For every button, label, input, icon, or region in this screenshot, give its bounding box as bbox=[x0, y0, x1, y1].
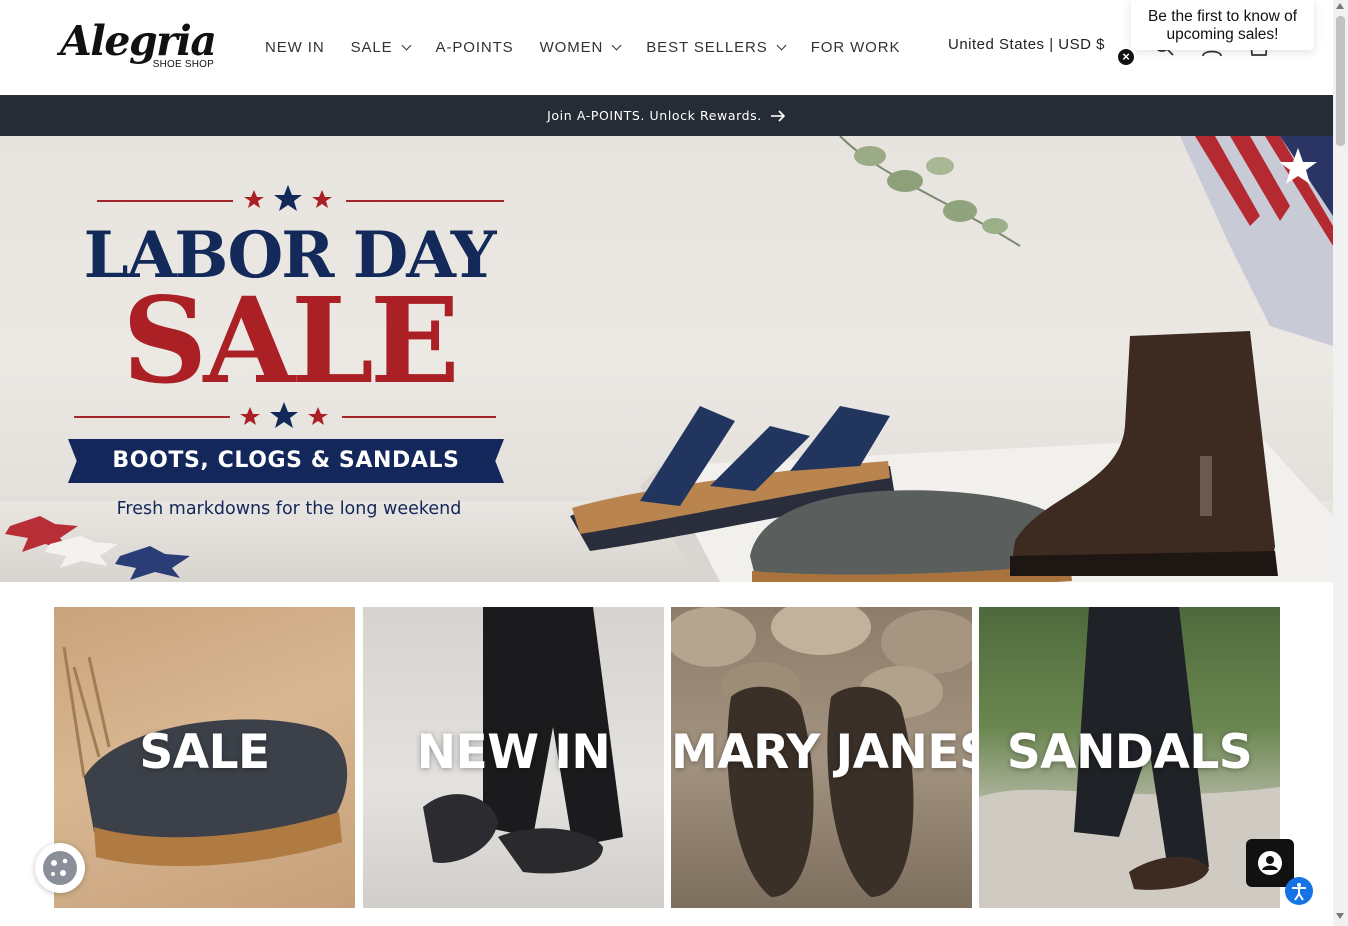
flag-decoration bbox=[1180, 136, 1333, 346]
scrollbar-thumb[interactable] bbox=[1336, 16, 1345, 146]
boot-image bbox=[1010, 331, 1278, 576]
category-label: SALE bbox=[139, 725, 270, 780]
close-icon[interactable]: × bbox=[1116, 47, 1136, 67]
hero-divider bbox=[346, 200, 504, 202]
eucalyptus-decoration bbox=[839, 136, 1021, 247]
nav-item-a-points[interactable]: A-POINTS bbox=[423, 36, 527, 58]
nav-item-new-in[interactable]: NEW IN bbox=[252, 36, 338, 58]
brand-logo[interactable]: Alegria SHOE SHOP bbox=[60, 17, 217, 70]
main-nav: NEW IN SALE A-POINTS WOMEN BEST SELLERS … bbox=[252, 36, 913, 58]
category-tile-sale[interactable]: SALE bbox=[54, 607, 355, 908]
category-grid: SALE NEW IN MARY JANES SANDALS bbox=[54, 607, 1280, 908]
hero-text-block: LABOR DAY SALE BOOTS, CLOGS & SANDALS Fr… bbox=[40, 136, 540, 582]
cookie-icon[interactable] bbox=[35, 843, 85, 893]
accessibility-icon[interactable] bbox=[1285, 877, 1313, 905]
sales-signup-popup[interactable]: Be the first to know of upcoming sales! bbox=[1131, 0, 1314, 50]
nav-item-sale[interactable]: SALE bbox=[338, 36, 423, 58]
nav-item-best-sellers[interactable]: BEST SELLERS bbox=[633, 36, 797, 58]
popup-message: Be the first to know of upcoming sales! bbox=[1147, 8, 1298, 43]
category-label: MARY JANES bbox=[671, 725, 972, 780]
scroll-up-arrow-icon[interactable] bbox=[1336, 3, 1344, 9]
hero-category-banner: BOOTS, CLOGS & SANDALS bbox=[68, 439, 504, 483]
category-tile-sandals[interactable]: SANDALS bbox=[979, 607, 1280, 908]
announcement-bar[interactable]: Join A-POINTS. Unlock Rewards. bbox=[0, 95, 1333, 136]
hero-sale-headline: SALE bbox=[122, 271, 460, 410]
page-scrollbar[interactable] bbox=[1333, 0, 1348, 926]
logo-subtitle: SHOE SHOP bbox=[152, 59, 214, 70]
nav-item-for-work[interactable]: FOR WORK bbox=[798, 36, 914, 58]
announcement-text: Join A-POINTS. Unlock Rewards. bbox=[547, 108, 762, 123]
hero-divider bbox=[342, 416, 496, 418]
nav-label: BEST SELLERS bbox=[646, 38, 768, 56]
category-tile-mary-janes[interactable]: MARY JANES bbox=[671, 607, 972, 908]
nav-label: FOR WORK bbox=[810, 38, 901, 56]
chevron-down-icon bbox=[776, 40, 787, 50]
logo-wordmark: Alegria bbox=[60, 17, 217, 65]
page: Alegria SHOE SHOP NEW IN SALE A-POINTS W… bbox=[0, 0, 1348, 926]
chevron-down-icon bbox=[401, 40, 411, 50]
stars-icon bbox=[240, 402, 328, 428]
hero-divider bbox=[74, 416, 230, 418]
hero-subtext: Fresh markdowns for the long weekend bbox=[116, 499, 462, 519]
country-currency-selector[interactable]: United States | USD $ bbox=[948, 36, 1105, 53]
nav-label: SALE bbox=[350, 38, 393, 56]
scroll-down-arrow-icon[interactable] bbox=[1336, 913, 1344, 919]
category-tile-new-in[interactable]: NEW IN bbox=[363, 607, 664, 908]
nav-label: WOMEN bbox=[539, 38, 604, 56]
hero-banner[interactable]: LABOR DAY SALE BOOTS, CLOGS & SANDALS Fr… bbox=[0, 136, 1333, 582]
hero-divider bbox=[97, 200, 233, 202]
stars-icon bbox=[244, 185, 332, 211]
nav-label: A-POINTS bbox=[435, 38, 514, 56]
arrow-right-icon bbox=[770, 109, 785, 122]
chevron-down-icon bbox=[611, 40, 622, 50]
nav-label: NEW IN bbox=[265, 38, 325, 56]
category-label: SANDALS bbox=[1006, 725, 1253, 780]
nav-item-women[interactable]: WOMEN bbox=[527, 36, 634, 58]
category-label: NEW IN bbox=[416, 725, 611, 780]
